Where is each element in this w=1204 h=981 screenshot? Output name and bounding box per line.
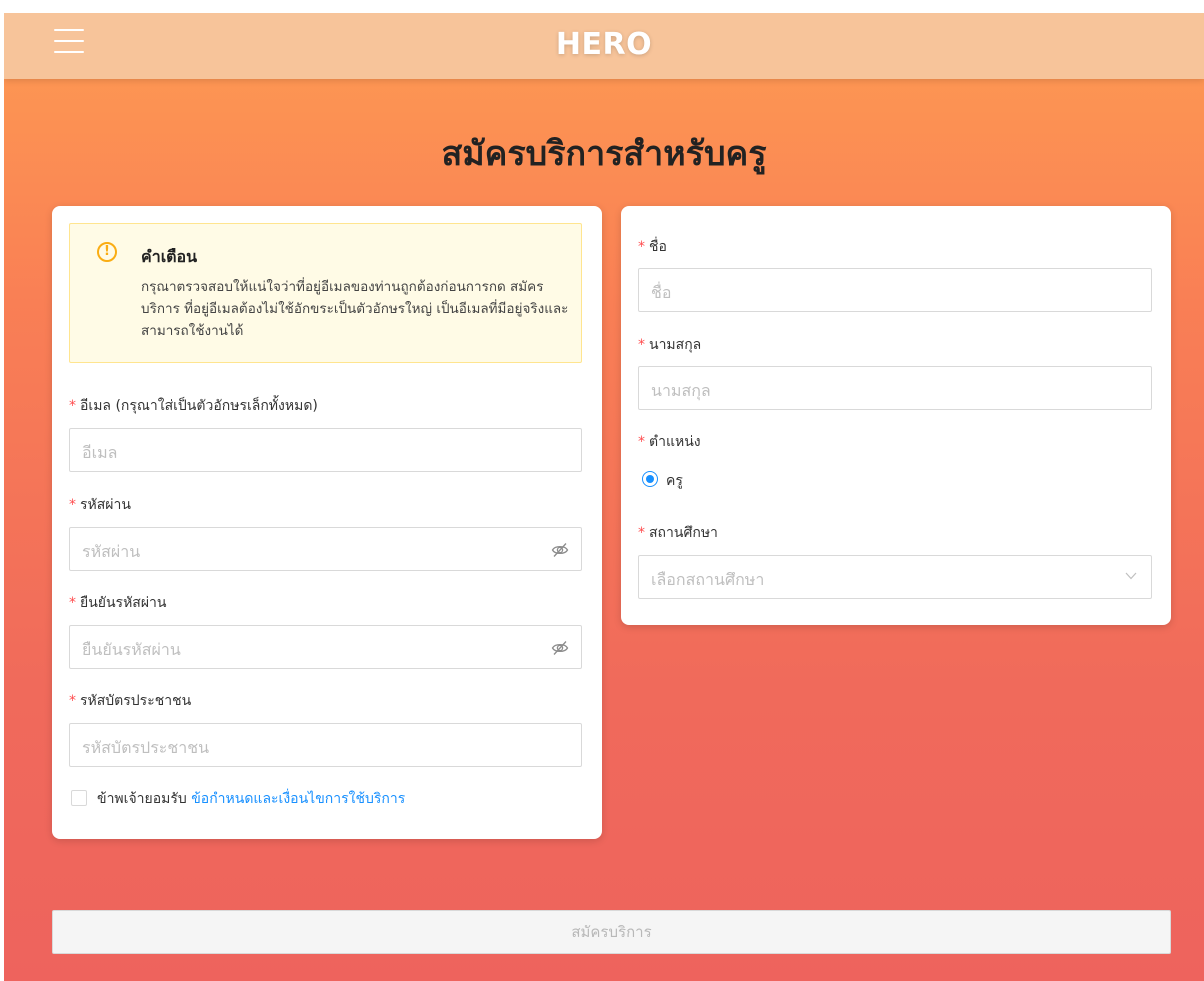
confirm-password-label: * ยืนยันรหัสผ่าน <box>69 595 167 611</box>
required-marker: * <box>69 497 76 513</box>
school-select[interactable]: เลือกสถานศึกษา <box>638 555 1152 599</box>
required-marker: * <box>638 337 645 353</box>
chevron-down-icon <box>1125 572 1137 580</box>
position-label: * ตำแหน่ง <box>638 434 701 450</box>
top-header: HERO <box>4 13 1204 79</box>
last-name-field[interactable]: นามสกุล <box>638 366 1152 410</box>
submit-button[interactable]: สมัครบริการ <box>52 910 1171 954</box>
email-label: * อีเมล (กรุณาใส่เป็นตัวอักษรเล็กทั้งหมด) <box>69 398 318 414</box>
password-field[interactable]: รหัสผ่าน <box>69 527 582 571</box>
alert-message: กรุณาตรวจสอบให้แน่ใจว่าที่อยู่อีเมลของท่… <box>141 279 569 339</box>
terms-agreement: ข้าพเจ้ายอมรับ ข้อกำหนดและเงื่อนไขการใช้… <box>97 791 406 807</box>
last-name-label: * นามสกุล <box>638 337 702 353</box>
school-label: * สถานศึกษา <box>638 525 718 541</box>
id-card-label: * รหัสบัตรประชาชน <box>69 693 192 709</box>
account-card: ! คำเตือน กรุณาตรวจสอบให้แน่ใจว่าที่อยู่… <box>52 206 602 839</box>
password-label: * รหัสผ่าน <box>69 497 131 513</box>
required-marker: * <box>69 398 76 414</box>
position-radio-teacher[interactable] <box>642 471 658 487</box>
app-logo: HERO <box>555 27 653 62</box>
first-name-placeholder: ชื่อ <box>651 283 672 302</box>
first-name-field[interactable]: ชื่อ <box>638 268 1152 312</box>
id-card-field[interactable]: รหัสบัตรประชาชน <box>69 723 582 767</box>
required-marker: * <box>638 434 645 450</box>
id-card-placeholder: รหัสบัตรประชาชน <box>82 738 210 757</box>
first-name-label: * ชื่อ <box>638 239 667 255</box>
terms-checkbox[interactable] <box>71 790 87 806</box>
eye-invisible-icon[interactable] <box>551 541 569 559</box>
page-title: สมัครบริการสำหรับครู <box>441 134 767 174</box>
exclamation-circle-icon: ! <box>97 242 117 262</box>
page-background: HERO สมัครบริการสำหรับครู ! คำเตือน กรุณ… <box>4 13 1204 981</box>
last-name-placeholder: นามสกุล <box>651 381 711 400</box>
email-field[interactable]: อีเมล <box>69 428 582 472</box>
required-marker: * <box>69 595 76 611</box>
required-marker: * <box>638 525 645 541</box>
alert-title: คำเตือน <box>141 247 198 266</box>
warning-alert: ! คำเตือน กรุณาตรวจสอบให้แน่ใจว่าที่อยู่… <box>69 223 582 363</box>
email-placeholder: อีเมล <box>82 443 118 462</box>
profile-card: * ชื่อ ชื่อ * นามสกุล นามสกุล * ตำแหน่ง ครู… <box>621 206 1171 625</box>
terms-link[interactable]: ข้อกำหนดและเงื่อนไขการใช้บริการ <box>191 791 405 807</box>
confirm-password-field[interactable]: ยืนยันรหัสผ่าน <box>69 625 582 669</box>
required-marker: * <box>69 693 76 709</box>
required-marker: * <box>638 239 645 255</box>
position-option-label: ครู <box>666 473 683 489</box>
eye-invisible-icon[interactable] <box>551 639 569 657</box>
password-placeholder: รหัสผ่าน <box>82 542 141 561</box>
confirm-password-placeholder: ยืนยันรหัสผ่าน <box>82 640 181 659</box>
school-placeholder: เลือกสถานศึกษา <box>651 570 765 589</box>
